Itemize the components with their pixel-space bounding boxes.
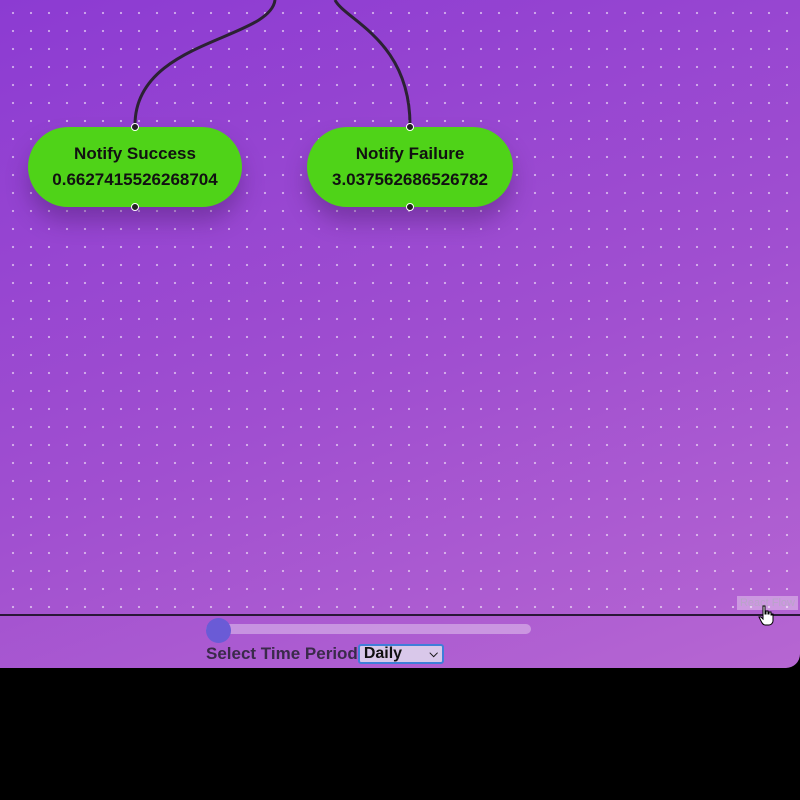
node-handle-top[interactable] [131, 123, 139, 131]
flow-canvas[interactable]: Notify Success 0.6627415526268704 Notify… [0, 0, 800, 614]
canvas-divider [0, 614, 800, 616]
edge-to-notify-success [133, 0, 277, 126]
node-value: 0.6627415526268704 [52, 170, 218, 189]
time-period-controls: Select Time Period Daily ⌵ [206, 644, 444, 664]
time-period-label: Select Time Period [206, 644, 358, 663]
hand-pointer-icon [758, 605, 774, 626]
flow-edges [133, 0, 412, 126]
node-handle-top[interactable] [406, 123, 414, 131]
edge-to-notify-failure [333, 0, 412, 126]
node-handle-bottom[interactable] [406, 203, 414, 211]
time-period-selected: Daily [363, 645, 403, 662]
node-notify-success[interactable]: Notify Success 0.6627415526268704 [28, 123, 242, 211]
time-slider-track[interactable] [206, 624, 531, 634]
time-slider-thumb[interactable] [206, 618, 231, 643]
time-period-select[interactable]: Daily ⌵ [357, 644, 444, 664]
app-window: Notify Success 0.6627415526268704 Notify… [0, 0, 800, 668]
node-title: Notify Success [74, 144, 196, 163]
chevron-down-icon: ⌵ [429, 647, 438, 660]
node-value: 3.037562686526782 [332, 170, 488, 189]
node-title: Notify Failure [355, 144, 465, 163]
node-handle-bottom[interactable] [131, 203, 139, 211]
node-notify-failure[interactable]: Notify Failure 3.037562686526782 [307, 123, 513, 211]
